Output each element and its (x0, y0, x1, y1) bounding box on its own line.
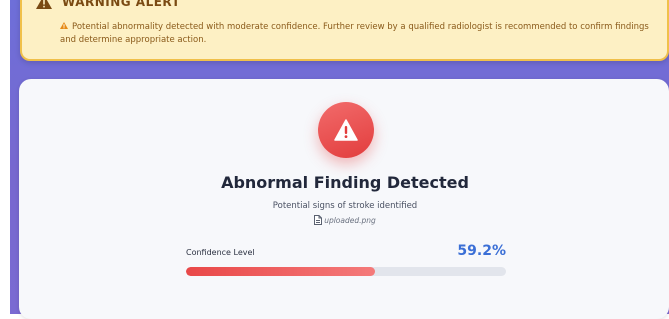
page: WARNING ALERT Potential abnormality dete… (0, 0, 669, 319)
alert-message-text: Potential abnormality detected with mode… (60, 22, 649, 45)
warning-triangle-icon (60, 20, 68, 33)
warning-triangle-icon (318, 102, 374, 158)
warning-triangle-icon (36, 0, 52, 10)
warning-alert: WARNING ALERT Potential abnormality dete… (20, 0, 669, 61)
confidence-label: Confidence Level (186, 248, 255, 257)
file-icon (314, 215, 323, 225)
result-subline: Potential signs of stroke identified (272, 201, 418, 211)
alert-title: WARNING ALERT (62, 0, 181, 9)
alert-message: Potential abnormality detected with mode… (60, 20, 660, 47)
confidence-bar (186, 267, 506, 276)
alert-header: WARNING ALERT (36, 0, 180, 10)
confidence-bar-fill (186, 267, 376, 276)
result-headline: Abnormal Finding Detected (221, 173, 469, 192)
confidence-value: 59.2% (457, 243, 506, 259)
filename: uploaded.png (324, 215, 376, 225)
uploaded-file: uploaded.png (0, 215, 669, 225)
